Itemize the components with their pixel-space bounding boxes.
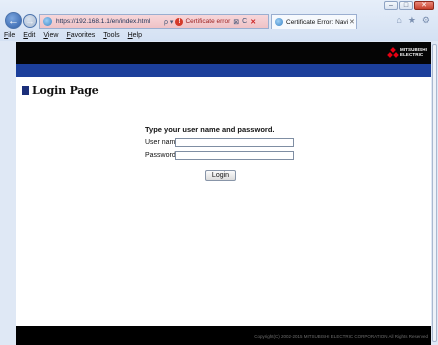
login-button[interactable]: Login <box>205 170 236 181</box>
browser-chrome: – □ ✕ ← → https://192.168.1.1/en/index.h… <box>0 0 438 41</box>
address-url[interactable]: https://192.168.1.1/en/index.html <box>56 18 156 25</box>
certificate-error-label[interactable]: Certificate error <box>185 18 230 25</box>
favorites-icon[interactable]: ★ <box>408 15 416 26</box>
logo-text: MITSUBISHI ELECTRIC <box>400 47 427 57</box>
password-input[interactable] <box>175 151 294 160</box>
menu-help[interactable]: Help <box>128 31 142 41</box>
stop-icon[interactable]: ✕ <box>250 18 256 26</box>
menu-view[interactable]: View <box>43 31 58 41</box>
refresh-icon[interactable]: C <box>242 18 247 25</box>
window-controls: – □ ✕ <box>384 1 434 10</box>
title-marker-icon <box>22 86 29 95</box>
page-title: Login Page <box>22 84 99 97</box>
search-dropdown-icon[interactable]: ρ ▾ <box>164 18 173 26</box>
home-icon[interactable]: ⌂ <box>396 15 401 26</box>
minimize-button[interactable]: – <box>384 1 398 10</box>
browser-tools: ⌂ ★ ⚙ <box>396 15 430 26</box>
site-footer: Copyright(C) 2002-2015 MITSUBISHI ELECTR… <box>16 326 431 345</box>
username-input[interactable] <box>175 138 294 147</box>
password-label: Password <box>145 152 176 159</box>
mitsubishi-logo: MITSUBISHI ELECTRIC <box>387 46 427 58</box>
logo-line2: ELECTRIC <box>399 52 424 57</box>
page-title-text: Login Page <box>32 84 99 97</box>
browser-tab[interactable]: Certificate Error: Navigation... ✕ <box>271 14 357 29</box>
compatibility-view-icon[interactable]: ⊠ <box>233 18 239 26</box>
address-bar[interactable]: https://192.168.1.1/en/index.html ρ ▾ ! … <box>39 14 269 29</box>
menu-edit[interactable]: Edit <box>23 31 35 41</box>
copyright-text: Copyright(C) 2002-2015 MITSUBISHI ELECTR… <box>254 334 428 339</box>
tab-close-icon[interactable]: ✕ <box>349 18 355 26</box>
mitsubishi-diamonds-icon <box>387 46 399 58</box>
menu-favorites[interactable]: Favorites <box>66 31 95 41</box>
close-window-button[interactable]: ✕ <box>414 1 434 10</box>
settings-icon[interactable]: ⚙ <box>422 15 430 26</box>
maximize-button[interactable]: □ <box>399 1 413 10</box>
menu-tools[interactable]: Tools <box>103 31 119 41</box>
menu-file[interactable]: File <box>4 31 15 41</box>
menu-bar: File Edit View Favorites Tools Help <box>0 31 438 41</box>
tab-title: Certificate Error: Navigation... <box>286 18 348 26</box>
page-content: MITSUBISHI ELECTRIC Login Page Type your… <box>16 42 431 345</box>
header-blue-bar <box>16 64 431 77</box>
scrollbar-thumb[interactable] <box>432 44 437 342</box>
vertical-scrollbar[interactable] <box>431 42 438 345</box>
login-instruction: Type your user name and password. <box>145 125 275 134</box>
tab-favicon-icon <box>275 18 283 26</box>
back-button[interactable]: ← <box>5 12 22 29</box>
site-favicon-icon <box>43 17 52 26</box>
certificate-error-icon[interactable]: ! <box>175 17 184 26</box>
site-header: MITSUBISHI ELECTRIC <box>16 42 431 64</box>
forward-button[interactable]: → <box>23 14 37 28</box>
